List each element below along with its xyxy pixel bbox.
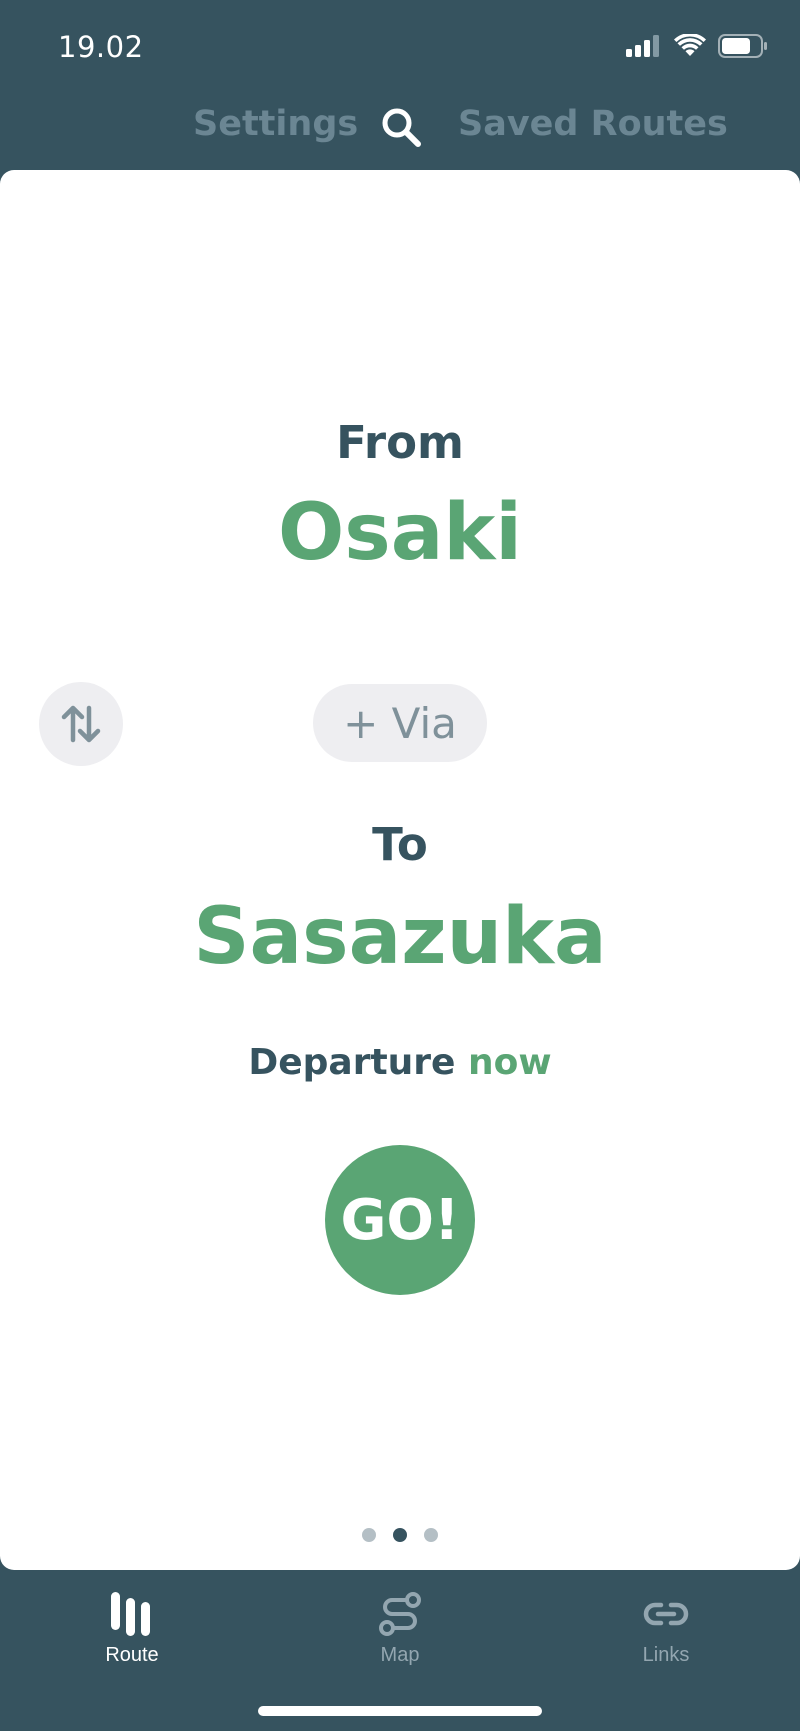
tab-bar: Route Map Links [0,1570,800,1731]
saved-routes-link[interactable]: Saved Routes [458,104,728,144]
from-label: From [336,416,464,469]
tab-links[interactable]: Links [591,1588,741,1667]
route-icon [106,1588,158,1640]
page-indicator[interactable] [0,1528,800,1542]
route-card: From Osaki + Via To Sasazuka Departure n… [0,170,800,1570]
search-icon [382,108,421,147]
status-bar: 19.02 [0,0,800,98]
battery-icon [718,34,767,58]
link-icon [640,1588,692,1640]
map-icon [374,1588,426,1640]
swap-arrows-icon [61,705,101,743]
tab-map-label: Map [380,1644,420,1666]
settings-link[interactable]: Settings [193,104,358,144]
status-icons [626,34,768,58]
wifi-icon [674,34,706,56]
status-time: 19.02 [58,30,144,64]
add-via-button[interactable]: + Via [313,684,487,762]
tab-route-label: Route [105,1644,159,1666]
home-indicator[interactable] [258,1706,542,1716]
swap-stations-button[interactable] [39,682,123,766]
departure-label: Departure [248,1042,456,1083]
go-button[interactable]: GO! [325,1145,475,1295]
departure-selector[interactable]: Departure now [0,1042,800,1083]
tab-links-label: Links [642,1644,690,1666]
to-label: To [372,818,428,871]
from-station[interactable]: Osaki [0,488,800,578]
search-button[interactable] [380,106,422,148]
to-station[interactable]: Sasazuka [0,892,800,982]
cellular-signal-icon [626,35,659,57]
tab-route[interactable]: Route [57,1588,207,1667]
tab-map[interactable]: Map [325,1588,475,1667]
page-dot[interactable] [362,1528,376,1542]
page-dot-active[interactable] [393,1528,407,1542]
departure-value[interactable]: now [468,1042,552,1083]
page-dot[interactable] [424,1528,438,1542]
